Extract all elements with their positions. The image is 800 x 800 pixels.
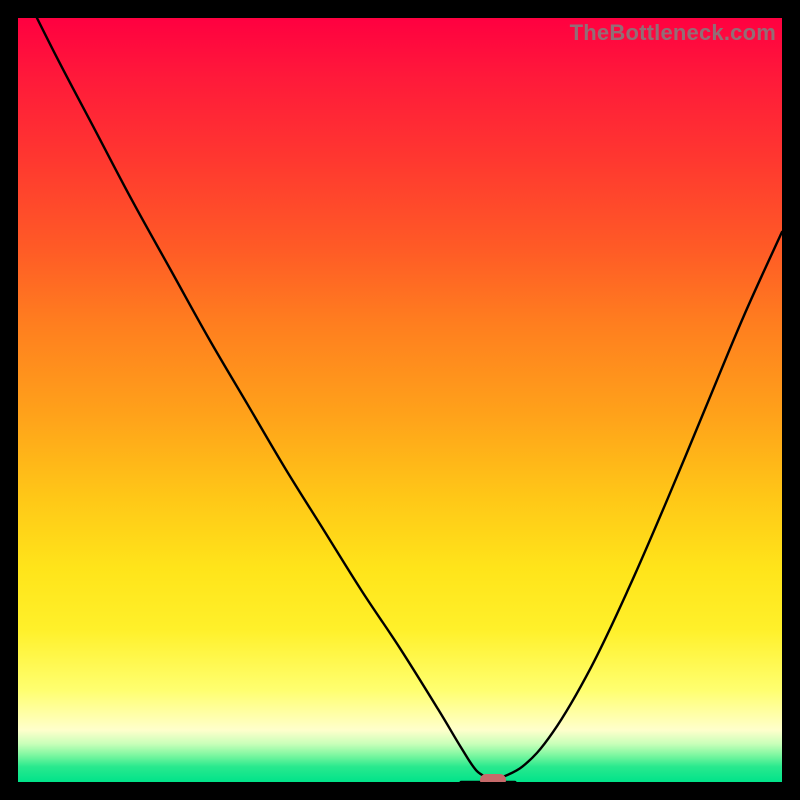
watermark-text: TheBottleneck.com <box>570 20 776 46</box>
bottleneck-curve <box>18 18 782 782</box>
optimal-marker <box>480 774 506 782</box>
chart-frame: TheBottleneck.com <box>0 0 800 800</box>
curve-path <box>18 18 782 782</box>
plot-area: TheBottleneck.com <box>18 18 782 782</box>
